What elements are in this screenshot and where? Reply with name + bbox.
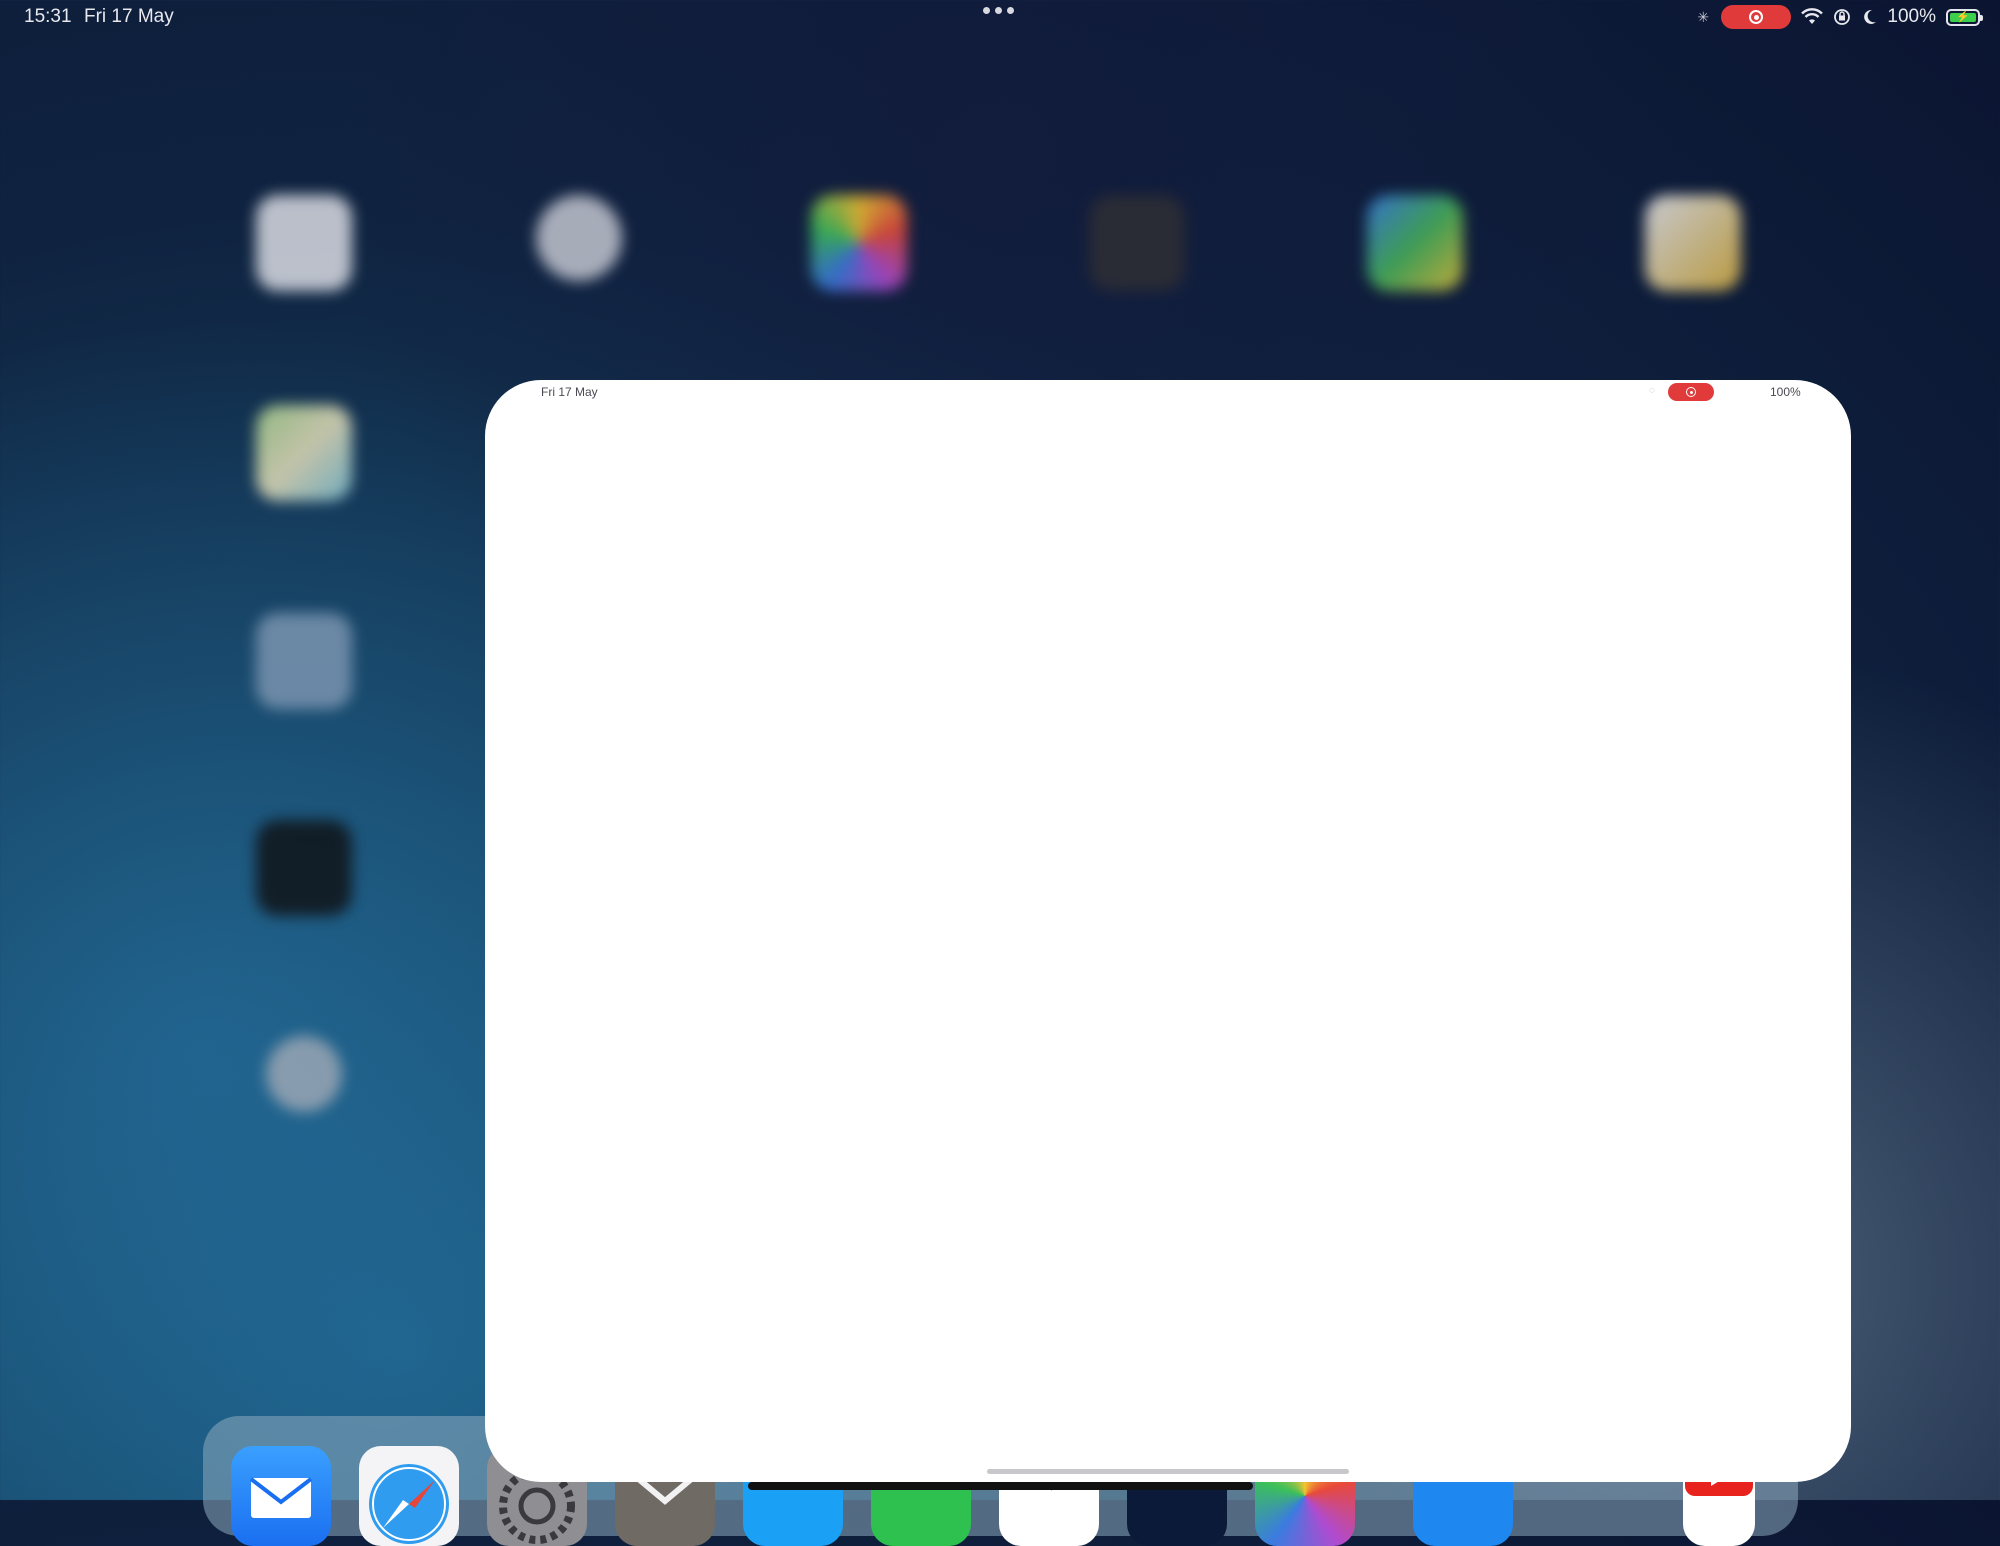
safari-icon[interactable] xyxy=(359,1446,459,1546)
wifi-icon xyxy=(1801,8,1824,24)
screen-record-icon xyxy=(1686,387,1696,397)
screen-record-indicator[interactable] xyxy=(1721,5,1792,29)
blurred-app-icon xyxy=(1645,195,1741,291)
window-home-indicator[interactable] xyxy=(987,1469,1349,1474)
blurred-app-icon xyxy=(266,1036,342,1112)
battery-charging-icon: ⚡ xyxy=(1946,8,1983,26)
blurred-app-icon xyxy=(256,820,352,916)
status-bar: 15:31 Fri 17 May ✳ 100% ⚡ xyxy=(0,0,2000,36)
blurred-app-icon xyxy=(256,195,352,291)
blurred-app-icon xyxy=(1089,195,1185,291)
app-window[interactable]: Fri 17 May ◌ 100% xyxy=(485,380,1851,1482)
app-window-status-date: Fri 17 May xyxy=(541,385,598,399)
battery-level: ⚡ xyxy=(1950,11,1976,22)
blurred-app-icon xyxy=(1367,195,1463,291)
app-window-status-bar: Fri 17 May ◌ 100% xyxy=(485,380,1851,404)
loading-spinner-icon: ◌ xyxy=(1649,385,1655,396)
loading-spinner-icon: ✳ xyxy=(1697,9,1710,25)
status-right-group: ✳ 100% ⚡ xyxy=(1697,4,1983,30)
battery-percent: 100% xyxy=(1887,6,1936,27)
blurred-photos-icon xyxy=(811,195,907,291)
orientation-lock-icon xyxy=(1834,9,1851,25)
screen-record-icon xyxy=(1749,10,1764,24)
status-date: Fri 17 May xyxy=(84,6,174,27)
blurred-app-icon xyxy=(536,195,622,281)
app-window-battery-percent: 100% xyxy=(1770,385,1801,399)
mail-icon[interactable] xyxy=(231,1446,331,1546)
multitasking-dots[interactable] xyxy=(983,7,1014,14)
status-time: 15:31 xyxy=(24,6,72,27)
blurred-maps-icon xyxy=(256,405,352,501)
blurred-app-icon xyxy=(256,613,352,709)
home-indicator[interactable] xyxy=(748,1482,1253,1490)
moon-icon xyxy=(1864,9,1877,24)
screen-record-indicator xyxy=(1668,383,1714,401)
